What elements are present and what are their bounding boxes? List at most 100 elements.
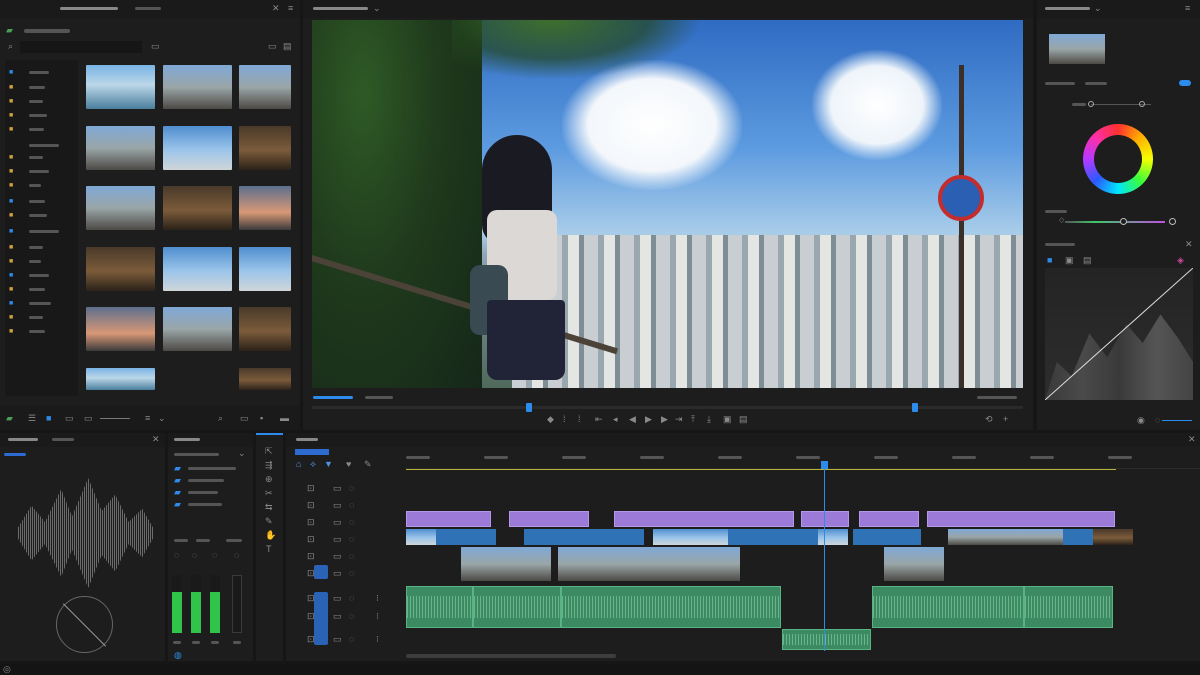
video-clip[interactable] [884,547,944,581]
media-thumbnail[interactable] [86,247,155,291]
menu-icon[interactable]: ≡ [288,4,293,13]
settings-icon[interactable]: ⟲ [985,415,993,424]
curve-graph[interactable] [1045,268,1193,400]
extract-icon[interactable]: ⤓ [707,415,711,424]
tree-item[interactable]: ■ [9,182,13,189]
slider-knob[interactable] [1120,218,1127,225]
mic-icon[interactable]: ⁝ [376,594,379,603]
lift-icon[interactable]: ⤒ [691,415,695,424]
audio-clip[interactable] [561,586,781,628]
eye-icon[interactable]: ▭ [333,612,342,621]
media-thumbnail[interactable] [163,247,232,291]
zoom-slider[interactable] [100,418,130,419]
sequence-tab[interactable] [296,438,318,441]
media-thumbnail[interactable] [86,65,155,109]
media-thumbnail[interactable] [239,368,291,390]
chevron-down-icon[interactable]: ⌄ [373,4,381,13]
pen-tool-icon[interactable]: ✎ [265,517,273,526]
media-thumbnail[interactable] [239,186,291,230]
tree-item[interactable]: ■ [9,328,13,335]
tree-item[interactable]: ■ [9,212,13,219]
pan-knob-icon[interactable]: ◌ [192,551,197,560]
tree-item[interactable]: ■ [9,258,13,265]
video-clip[interactable] [728,529,818,545]
new-folder-icon[interactable]: ▭ [151,42,160,51]
video-clip[interactable] [948,529,1063,545]
list-view-icon[interactable]: ☰ [28,414,36,423]
zoom-level-dropdown[interactable] [313,396,353,399]
audio-clip[interactable] [1024,586,1113,628]
plus-icon[interactable]: + [1003,415,1008,424]
mute-icon[interactable]: ◌ [349,518,354,527]
camera-icon[interactable]: ▣ [723,415,732,424]
eye-icon[interactable]: ▭ [333,635,342,644]
tree-item[interactable]: ■ [9,154,13,161]
slip-tool-icon[interactable]: ⇆ [265,503,273,512]
lumetri-tab[interactable] [1045,7,1090,10]
media-thumbnail[interactable] [163,186,232,230]
wrench-icon[interactable]: ✎ [364,460,372,469]
slider-knob[interactable] [1088,101,1094,107]
timeline-scrollbar[interactable] [406,654,616,658]
media-thumbnail[interactable] [239,65,291,109]
mute-icon[interactable]: ◌ [349,612,354,621]
tree-item[interactable]: ■ [9,286,13,293]
section-toggle[interactable] [1179,80,1191,86]
video-clip[interactable] [678,547,740,581]
trash-icon[interactable]: ▬ [280,414,289,423]
video-clip[interactable] [653,529,728,545]
close-icon[interactable]: ✕ [1185,240,1193,249]
tone-curve[interactable] [1045,268,1193,400]
audio-settings-icon[interactable]: ◍ [174,651,182,660]
eye-icon[interactable]: ◉ [1137,416,1145,425]
media-thumbnail[interactable] [239,126,291,170]
tree-item[interactable]: ■ [9,198,13,205]
tree-item[interactable]: ■ [9,314,13,321]
eye-icon[interactable]: ▭ [333,594,342,603]
ripple-edit-tool-icon[interactable]: ⊕ [265,475,273,484]
audio-clip[interactable] [782,629,871,650]
step-forward-icon[interactable]: ▶ [661,415,668,424]
audio-clip[interactable] [872,586,1024,628]
eye-icon[interactable]: ▭ [333,501,342,510]
color-wheel-icon[interactable] [1083,124,1153,194]
curves-header[interactable] [1045,243,1075,246]
tree-item[interactable]: ■ [9,168,13,175]
chevron-down-icon[interactable]: ⌄ [238,449,246,458]
curve-sat-icon[interactable]: ▤ [1083,256,1092,265]
audio-tab[interactable] [8,438,38,441]
go-to-out-icon[interactable]: ⇥ [675,415,683,424]
tree-item[interactable]: ■ [9,69,13,76]
marker-icon[interactable]: ◆ [547,415,554,424]
video-clip[interactable] [524,529,644,545]
go-to-in-icon[interactable]: ⇤ [595,415,603,424]
tree-item[interactable]: ■ [9,272,13,279]
mute-icon[interactable]: ◌ [349,569,354,578]
search-input[interactable] [20,41,142,53]
media-thumbnail[interactable] [86,368,155,390]
pan-knob-icon[interactable]: ◌ [174,551,179,560]
mixer-tab[interactable] [174,438,200,441]
status-icon[interactable]: ◎ [3,665,11,674]
curve-hue-icon[interactable]: ▣ [1065,256,1074,265]
video-clip[interactable] [859,511,919,527]
menu-icon[interactable]: ≡ [1185,4,1190,13]
lock-icon[interactable]: ⊡ [307,535,315,544]
lock-icon[interactable]: ⊡ [307,484,315,493]
tree-item[interactable]: ■ [9,126,13,133]
media-thumbnail[interactable] [163,65,232,109]
find-icon[interactable]: ⌕ [218,414,223,423]
captions-icon[interactable]: ♥ [346,460,351,469]
curve-rgb-icon[interactable]: ■ [1047,256,1052,265]
media-thumbnail[interactable] [239,307,291,351]
new-item-icon[interactable]: ▪ [260,414,263,423]
lock-icon[interactable]: ⊡ [307,612,315,621]
video-clip[interactable] [436,529,496,545]
tree-item[interactable]: ■ [9,300,13,307]
list-view-icon[interactable]: ▤ [283,42,292,51]
project-tab-secondary[interactable] [135,7,161,10]
mark-out-icon[interactable]: ⁞ [578,415,581,424]
mark-in-icon[interactable]: ⁞ [563,415,566,424]
mic-icon[interactable]: ⁝ [376,635,379,644]
video-clip[interactable] [406,529,436,545]
